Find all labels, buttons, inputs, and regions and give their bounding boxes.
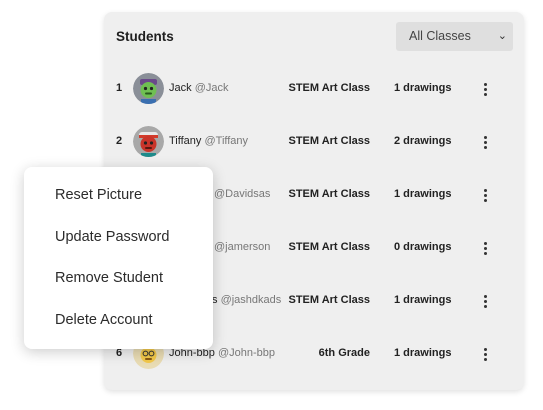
student-name-cell: @jamerson [214,221,270,274]
chevron-down-icon: ⌄ [497,30,507,42]
student-class: STEM Art Class [288,188,370,200]
student-name-cell: s @jashdkads [212,274,281,327]
student-handle: @Jack [194,82,229,94]
student-handle: @Tiffany [204,135,249,147]
class-filter-select[interactable]: All Classes ⌄ [396,22,513,51]
student-drawings: 1 drawings [394,188,452,200]
menu-item-remove-student[interactable]: Remove Student [55,270,163,286]
student-drawings: 0 drawings [394,241,452,253]
student-name-cell: Tiffany @Tiffany [169,115,248,168]
student-drawings: 1 drawings [394,294,452,306]
student-class: STEM Art Class [288,82,370,94]
student-rank: 1 [116,82,123,94]
class-filter-value: All Classes [409,29,471,43]
menu-item-reset-picture[interactable]: Reset Picture [55,187,142,203]
menu-item-delete-account[interactable]: Delete Account [55,312,153,328]
student-handle: @John-bbp [217,347,275,359]
student-class: STEM Art Class [288,294,370,306]
red-face-avatar [133,126,164,157]
student-name: Tiffany [169,135,202,147]
panel-title: Students [116,29,174,44]
student-name-cell: @Davidsas [214,168,270,221]
student-class: 6th Grade [318,347,370,359]
student-name: Jack [169,82,192,94]
more-options-icon[interactable] [478,293,492,309]
menu-item-update-password[interactable]: Update Password [55,229,169,245]
more-options-icon[interactable] [478,240,492,256]
student-name-cell: Jack @Jack [169,62,228,115]
student-handle: @jamerson [214,241,271,253]
student-class: STEM Art Class [288,135,370,147]
student-row[interactable]: 1 Jack @Jack STEM Art Class 1 drawings [104,62,524,115]
more-options-icon[interactable] [478,134,492,150]
student-handle: @Davidsas [214,188,271,200]
student-rank: 2 [116,135,123,147]
student-drawings: 1 drawings [394,82,452,94]
student-drawings: 1 drawings [394,347,452,359]
more-options-icon[interactable] [478,81,492,97]
student-row[interactable]: 2 Tiffany @Tiffany STEM Art Class 2 draw… [104,115,524,168]
student-actions-menu: Reset Picture Update Password Remove Stu… [24,167,213,349]
more-options-icon[interactable] [478,187,492,203]
more-options-icon[interactable] [478,346,492,362]
student-handle: @jashdkads [220,294,282,306]
green-face-avatar [133,73,164,104]
student-class: STEM Art Class [288,241,370,253]
student-drawings: 2 drawings [394,135,452,147]
